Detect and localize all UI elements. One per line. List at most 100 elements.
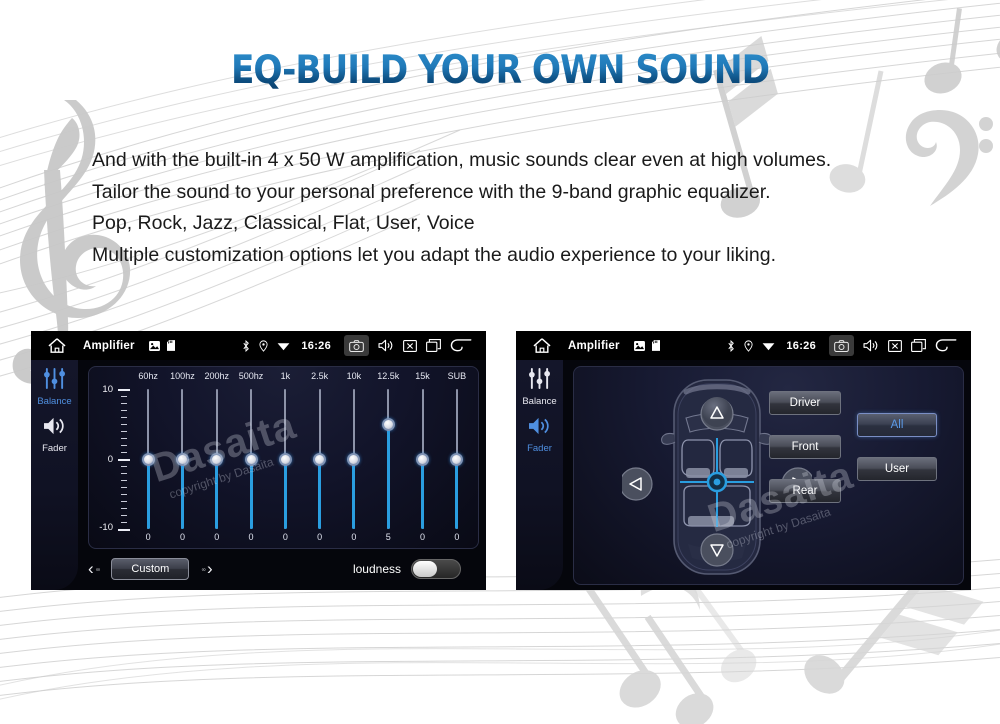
status-bar-title: Amplifier — [568, 339, 620, 352]
volume-icon[interactable] — [378, 339, 394, 352]
sidebar-item-balance[interactable]: Balance — [31, 368, 78, 407]
axis-tick — [118, 389, 130, 391]
sidebar-label-fader: Fader — [527, 443, 552, 454]
volume-icon[interactable] — [863, 339, 879, 352]
prev-preset-button[interactable]: ‹ ◦◦ — [88, 559, 100, 579]
sidebar-item-balance[interactable]: Balance — [516, 368, 563, 407]
slider-thumb[interactable] — [210, 452, 224, 466]
next-chevron-icon: › — [207, 559, 213, 578]
slider-fill — [249, 459, 253, 529]
fader-panel: Driver Front Rear All User Dasaita copyr… — [573, 366, 964, 585]
slider-thumb[interactable] — [313, 452, 327, 466]
equalizer-sliders-icon — [42, 368, 67, 394]
equalizer-values: 0 0 0 0 0 0 0 5 0 0 — [131, 532, 474, 546]
fader-button-front[interactable]: Front — [769, 435, 841, 459]
status-bar-time: 16:26 — [301, 339, 331, 352]
status-bar-left: Amplifier 16:26 — [31, 331, 486, 360]
slider-fill — [146, 459, 150, 529]
equalizer-band-labels: 60hz 100hz 200hz 500hz 1k 2.5k 10k 12.5k… — [131, 371, 474, 387]
slider-fill — [352, 459, 356, 529]
equalizer-slider-15k[interactable] — [405, 389, 439, 529]
slider-thumb[interactable] — [244, 452, 258, 466]
recents-icon[interactable] — [426, 339, 441, 352]
slider-thumb[interactable] — [450, 452, 464, 466]
camera-icon[interactable] — [344, 335, 369, 356]
axis-tick — [121, 403, 127, 404]
band-value: 0 — [420, 532, 426, 542]
recents-icon[interactable] — [911, 339, 926, 352]
preset-button[interactable]: Custom — [111, 558, 190, 580]
band-label: 2.5k — [311, 371, 329, 381]
band-label: 200hz — [204, 371, 229, 381]
prev-chevron-icon: ‹ — [88, 559, 94, 578]
speaker-icon — [527, 416, 552, 441]
sidebar-item-fader[interactable]: Fader — [31, 416, 78, 454]
location-icon — [744, 339, 753, 352]
band-value: 0 — [282, 532, 288, 542]
slider-thumb[interactable] — [347, 452, 361, 466]
equalizer-slider-1k[interactable] — [268, 389, 302, 529]
slider-thumb[interactable] — [381, 417, 395, 431]
equalizer-slider-100hz[interactable] — [165, 389, 199, 529]
slider-fill — [283, 459, 287, 529]
slider-thumb[interactable] — [278, 452, 292, 466]
fader-button-rear[interactable]: Rear — [769, 479, 841, 503]
image-icon — [148, 340, 160, 351]
band-value: 0 — [351, 532, 357, 542]
axis-label-max: 10 — [102, 384, 113, 395]
band-value: 0 — [317, 532, 323, 542]
equalizer-panel: 60hz 100hz 200hz 500hz 1k 2.5k 10k 12.5k… — [88, 366, 479, 549]
fader-button-all[interactable]: All — [857, 413, 937, 437]
image-icon — [633, 340, 645, 351]
down-arrow-button — [700, 533, 734, 567]
slider-thumb[interactable] — [141, 452, 155, 466]
axis-tick — [121, 452, 127, 453]
slider-thumb[interactable] — [416, 452, 430, 466]
fader-button-user[interactable]: User — [857, 457, 937, 481]
sidebar-item-fader[interactable]: Fader — [516, 416, 563, 454]
equalizer-slider-10k[interactable] — [337, 389, 371, 529]
camera-icon[interactable] — [829, 335, 854, 356]
toggle-knob — [413, 561, 437, 577]
equalizer-bottom-bar: ‹ ◦◦ Custom ◦◦ › loudness — [88, 553, 479, 585]
band-label: 100hz — [170, 371, 195, 381]
axis-tick — [121, 431, 127, 432]
sidebar-left: Balance Fader — [31, 360, 78, 590]
home-icon[interactable] — [516, 337, 568, 354]
axis-tick — [121, 410, 127, 411]
axis-tick — [118, 529, 130, 531]
loudness-label: loudness — [352, 562, 401, 576]
equalizer-slider-sub[interactable] — [440, 389, 474, 529]
next-preset-button[interactable]: ◦◦ › — [201, 559, 212, 579]
back-icon[interactable] — [935, 339, 957, 352]
equalizer-slider-60hz[interactable] — [131, 389, 165, 529]
equalizer-slider-200hz[interactable] — [200, 389, 234, 529]
mute-icon[interactable] — [888, 339, 902, 352]
equalizer-slider-12.5k[interactable] — [371, 389, 405, 529]
axis-tick — [121, 515, 127, 516]
axis-tick — [121, 501, 127, 502]
bluetooth-icon — [242, 339, 250, 352]
axis-tick — [121, 508, 127, 509]
equalizer-slider-500hz[interactable] — [234, 389, 268, 529]
status-bar-right: Amplifier 16:26 — [516, 331, 971, 360]
back-icon[interactable] — [450, 339, 472, 352]
body-line-3: Pop, Rock, Jazz, Classical, Flat, User, … — [92, 212, 475, 234]
axis-tick — [121, 494, 127, 495]
band-label: 10k — [346, 371, 362, 381]
mute-icon[interactable] — [403, 339, 417, 352]
axis-tick — [121, 480, 127, 481]
fader-button-driver[interactable]: Driver — [769, 391, 841, 415]
axis-tick — [118, 459, 130, 461]
page-title: EQ-BUILD YOUR OWN SOUND — [60, 48, 940, 93]
loudness-toggle[interactable] — [411, 559, 461, 579]
home-icon[interactable] — [31, 337, 83, 354]
equalizer-slider-2.5k[interactable] — [302, 389, 336, 529]
fader-buttons: Driver Front Rear All User — [769, 385, 949, 575]
left-arrow-button — [622, 467, 653, 501]
equalizer-sliders[interactable] — [131, 389, 474, 529]
slider-thumb[interactable] — [175, 452, 189, 466]
axis-label-min: -10 — [99, 522, 113, 533]
slider-fill — [215, 459, 219, 529]
band-label: 15k — [415, 371, 430, 381]
